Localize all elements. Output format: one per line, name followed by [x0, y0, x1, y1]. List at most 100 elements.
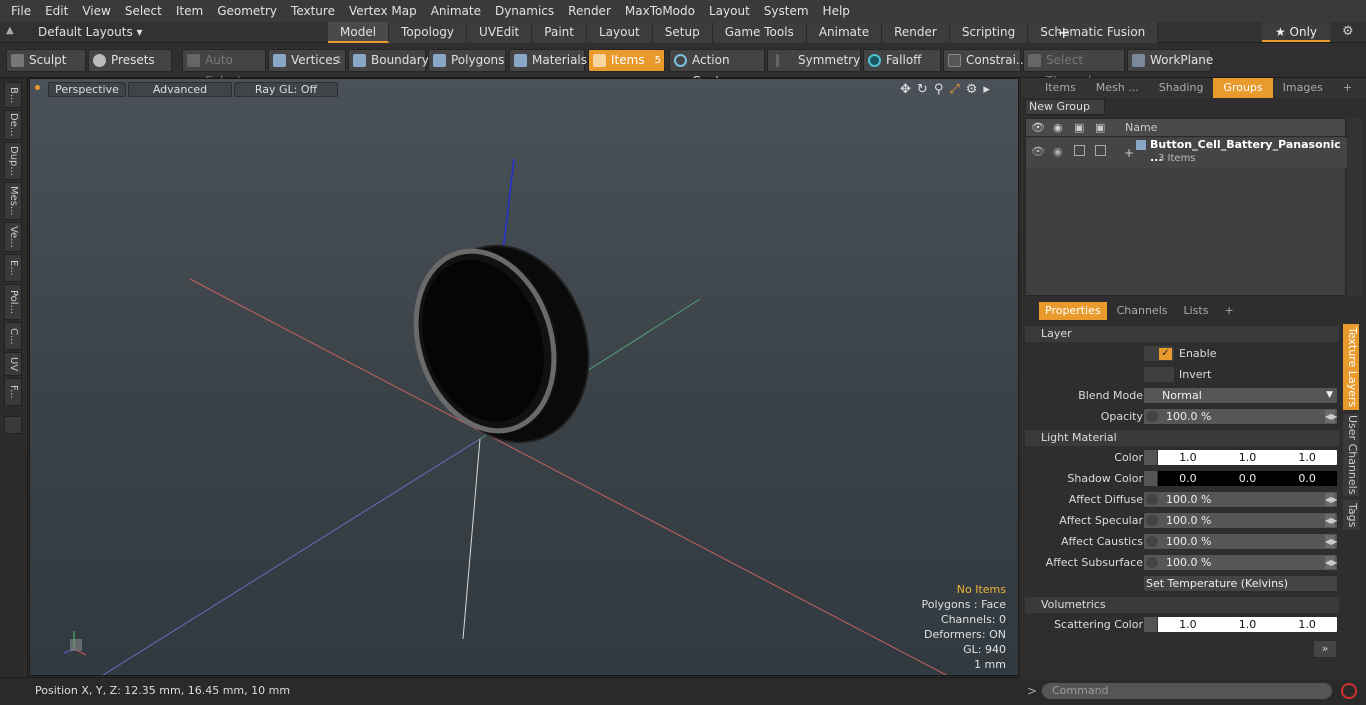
- menu-vertex-map[interactable]: Vertex Map: [342, 4, 424, 18]
- default-layouts-dropdown[interactable]: Default Layouts ▾: [38, 25, 143, 39]
- menu-select[interactable]: Select: [118, 4, 169, 18]
- only-toggle[interactable]: ★ Only: [1262, 22, 1330, 42]
- color-g[interactable]: 1.0: [1218, 450, 1278, 465]
- left-tab-curve[interactable]: C...: [4, 322, 22, 350]
- slider-arrows-icon[interactable]: ◀▶: [1325, 514, 1337, 527]
- left-tab-basic[interactable]: B...: [4, 82, 22, 108]
- scattering-g[interactable]: 1.0: [1218, 617, 1278, 632]
- vertices-button[interactable]: Vertices 1: [268, 49, 346, 72]
- visibility-column-icon[interactable]: 👁: [1031, 121, 1045, 134]
- blend-mode-select[interactable]: Normal ▼: [1143, 387, 1338, 404]
- collapse-up-icon[interactable]: ▲: [6, 25, 20, 39]
- tab-images[interactable]: Images: [1273, 78, 1333, 98]
- group-select-checkbox[interactable]: [1095, 145, 1106, 156]
- affect-diffuse-field[interactable]: 100.0 % ◀▶: [1143, 491, 1338, 508]
- layer-section-header[interactable]: Layer: [1025, 326, 1339, 342]
- tab-shading[interactable]: Shading: [1149, 78, 1214, 98]
- left-tab-edge[interactable]: E...: [4, 254, 22, 282]
- menu-view[interactable]: View: [75, 4, 117, 18]
- group-visibility-icon[interactable]: 👁: [1031, 145, 1045, 158]
- group-render-icon[interactable]: ◉: [1053, 145, 1063, 158]
- tab-lists[interactable]: Lists: [1178, 302, 1215, 320]
- group-lock-checkbox[interactable]: [1074, 145, 1085, 156]
- tab-mesh[interactable]: Mesh ...: [1086, 78, 1149, 98]
- color-b[interactable]: 1.0: [1277, 450, 1337, 465]
- affect-subsurface-field[interactable]: 100.0 % ◀▶: [1143, 554, 1338, 571]
- tab-groups[interactable]: Groups: [1213, 78, 1273, 98]
- color-field[interactable]: 1.0 1.0 1.0: [1143, 449, 1338, 466]
- tab-setup[interactable]: Setup: [652, 22, 713, 43]
- affect-specular-field[interactable]: 100.0 % ◀▶: [1143, 512, 1338, 529]
- tab-items[interactable]: Items: [1035, 78, 1086, 98]
- 3d-viewport[interactable]: Perspective Advanced Ray GL: Off ✥ ↻ ⚲ ⤢…: [29, 78, 1019, 676]
- select-column-icon[interactable]: ▣: [1095, 121, 1105, 134]
- left-tab-vertex[interactable]: Ve...: [4, 222, 22, 252]
- symmetry-button[interactable]: Symmetry: [767, 49, 861, 72]
- affect-caustics-field[interactable]: 100.0 % ◀▶: [1143, 533, 1338, 550]
- gear-icon[interactable]: ⚙: [1342, 24, 1354, 39]
- shadow-g[interactable]: 0.0: [1218, 471, 1278, 486]
- slider-arrows-icon[interactable]: ◀▶: [1325, 410, 1337, 423]
- sculpt-button[interactable]: Sculpt: [6, 49, 86, 72]
- tab-uvedit[interactable]: UVEdit: [467, 22, 533, 43]
- left-tab-deform[interactable]: De...: [4, 110, 22, 140]
- shadow-r[interactable]: 0.0: [1158, 471, 1218, 486]
- items-button[interactable]: Items 5: [588, 49, 665, 72]
- tab-render[interactable]: Render: [882, 22, 950, 43]
- add-panel-tab-icon[interactable]: +: [1333, 78, 1362, 98]
- action-center-button[interactable]: Action Center: [669, 49, 765, 88]
- group-row[interactable]: 👁 ◉ + Button_Cell_Battery_Panasonic ... …: [1026, 138, 1347, 168]
- tab-animate[interactable]: Animate: [806, 22, 883, 43]
- scattering-b[interactable]: 1.0: [1277, 617, 1337, 632]
- render-column-icon[interactable]: ◉: [1053, 121, 1063, 134]
- slider-arrows-icon[interactable]: ◀▶: [1325, 535, 1337, 548]
- left-tab-duplicate[interactable]: Dup...: [4, 142, 22, 180]
- shadow-color-field[interactable]: 0.0 0.0 0.0: [1143, 470, 1338, 487]
- name-column-header[interactable]: Name: [1125, 121, 1157, 134]
- tab-model[interactable]: Model: [328, 22, 390, 43]
- left-tab-mesh[interactable]: Mes...: [4, 182, 22, 220]
- polygons-button[interactable]: Polygons: [428, 49, 506, 72]
- invert-checkbox[interactable]: [1143, 366, 1175, 383]
- tab-schematic-fusion[interactable]: Schematic Fusion: [1028, 22, 1159, 43]
- lock-column-icon[interactable]: ▣: [1074, 121, 1084, 134]
- menu-animate[interactable]: Animate: [424, 4, 488, 18]
- scattering-r[interactable]: 1.0: [1158, 617, 1218, 632]
- left-tab-polygon[interactable]: Pol...: [4, 284, 22, 320]
- select-through-button[interactable]: Select Through: [1023, 49, 1125, 88]
- tab-channels[interactable]: Channels: [1111, 302, 1174, 320]
- add-tab-icon[interactable]: +: [1057, 23, 1070, 42]
- left-tab-fusion[interactable]: F...: [4, 378, 22, 406]
- tab-paint[interactable]: Paint: [532, 22, 587, 43]
- menu-edit[interactable]: Edit: [38, 4, 75, 18]
- menu-maxtomodo[interactable]: MaxToModo: [618, 4, 702, 18]
- slider-arrows-icon[interactable]: ◀▶: [1325, 556, 1337, 569]
- presets-button[interactable]: Presets: [88, 49, 172, 72]
- add-props-tab-icon[interactable]: +: [1218, 302, 1239, 320]
- menu-file[interactable]: File: [4, 4, 38, 18]
- menu-texture[interactable]: Texture: [284, 4, 342, 18]
- tab-tags[interactable]: Tags: [1343, 500, 1359, 530]
- tab-user-channels[interactable]: User Channels: [1343, 414, 1359, 496]
- set-temperature-button[interactable]: Set Temperature (Kelvins): [1143, 575, 1338, 592]
- enable-checkbox[interactable]: ✓: [1143, 345, 1175, 362]
- command-input[interactable]: Command: [1041, 682, 1333, 700]
- new-group-button[interactable]: New Group: [1025, 99, 1105, 115]
- tab-texture-layers[interactable]: Texture Layers: [1343, 324, 1359, 410]
- slider-arrows-icon[interactable]: ◀▶: [1325, 493, 1337, 506]
- auto-select-button[interactable]: Auto Select: [182, 49, 266, 88]
- materials-button[interactable]: Materials: [509, 49, 587, 72]
- scattering-color-field[interactable]: 1.0 1.0 1.0: [1143, 616, 1338, 633]
- shadow-b[interactable]: 0.0: [1277, 471, 1337, 486]
- volumetrics-section-header[interactable]: Volumetrics: [1025, 597, 1339, 613]
- menu-dynamics[interactable]: Dynamics: [488, 4, 561, 18]
- constraints-button[interactable]: Constrai...: [943, 49, 1027, 72]
- tab-properties[interactable]: Properties: [1039, 302, 1107, 320]
- tab-game-tools[interactable]: Game Tools: [712, 22, 807, 43]
- falloff-button[interactable]: Falloff: [863, 49, 941, 72]
- opacity-field[interactable]: 100.0 % ◀▶: [1143, 408, 1338, 425]
- menu-geometry[interactable]: Geometry: [210, 4, 284, 18]
- menu-help[interactable]: Help: [816, 4, 857, 18]
- color-r[interactable]: 1.0: [1158, 450, 1218, 465]
- menu-layout[interactable]: Layout: [702, 4, 757, 18]
